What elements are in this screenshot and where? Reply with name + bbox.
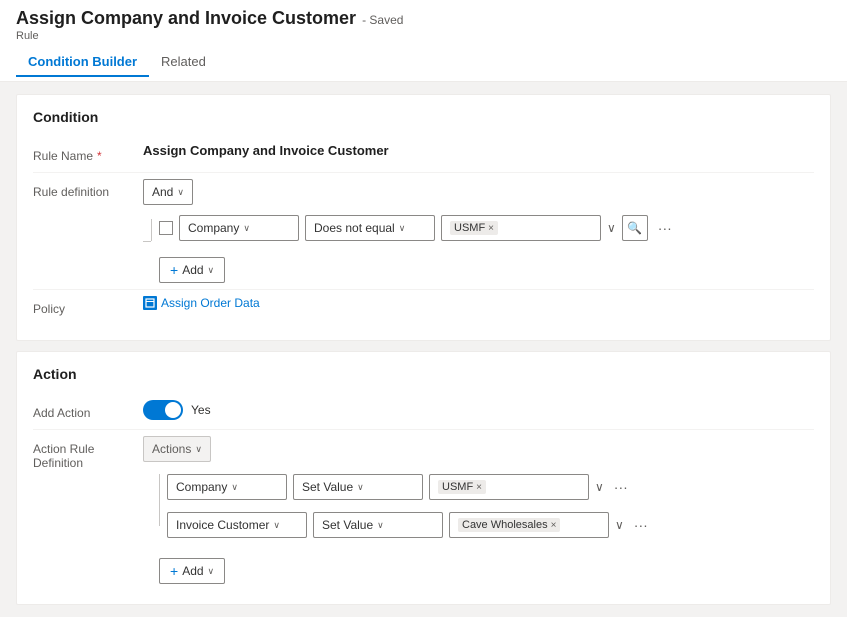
action-rule-definition-value: Actions ∨ Company [143,436,814,584]
more-options-button[interactable]: ··· [654,218,676,238]
operator-select-does-not-equal[interactable]: Does not equal ∨ [305,215,435,241]
action-cave-tag: Cave Wholesales × [458,518,560,532]
action-field-chevron-1: ∨ [231,482,238,493]
field-select-chevron: ∨ [243,223,250,234]
condition-tree-container: Company ∨ Does not equal ∨ [143,215,676,247]
action-value-tag-field-1: USMF × [429,474,589,500]
action-tree-vert-container [151,474,167,526]
action-value-chevron-1[interactable]: ∨ [595,480,604,494]
policy-row: Policy Assign Order Data [33,290,814,326]
page-subtitle: Rule [16,30,831,42]
condition-row-1: Company ∨ Does not equal ∨ [159,215,676,241]
policy-link[interactable]: Assign Order Data [143,296,260,310]
rule-name-text: Assign Company and Invoice Customer [143,143,389,158]
action-operator-select-2[interactable]: Set Value ∨ [313,512,443,538]
action-row-2: Invoice Customer ∨ Set Value ∨ Cave Who [167,512,652,538]
page-title: Assign Company and Invoice Customer [16,8,356,29]
toggle-knob [165,402,181,418]
tab-related[interactable]: Related [149,48,218,77]
add-action-label: Add Action [33,400,143,420]
add-condition-button[interactable]: + Add ∨ [159,257,225,283]
action-section: Action Add Action Yes A [16,351,831,605]
action-tag-close-2[interactable]: × [551,520,557,531]
action-rule-definition-row: Action Rule Definition Actions ∨ [33,430,814,590]
add-action-row: Add Action Yes [33,394,814,430]
action-row-1: Company ∨ Set Value ∨ USMF [167,474,652,500]
plus-icon: + [170,262,178,278]
main-content: Condition Rule Name * Assign Company and… [0,82,847,617]
add-action-button-container: + Add ∨ [159,552,225,584]
rule-name-row: Rule Name * Assign Company and Invoice C… [33,137,814,173]
action-field-chevron-2: ∨ [273,520,280,531]
action-operator-chevron-1: ∨ [357,482,364,493]
value-tag-field: USMF × [441,215,601,241]
rule-definition-row: Rule definition And ∨ [33,173,814,290]
action-tree-vert-line [159,474,160,526]
policy-label: Policy [33,296,143,316]
action-section-title: Action [33,366,814,382]
rule-name-value: Assign Company and Invoice Customer [143,143,814,158]
policy-icon [143,296,157,310]
action-add-chevron-icon: ∨ [208,566,215,577]
search-icon: 🔍 [627,221,642,235]
tab-condition-builder[interactable]: Condition Builder [16,48,149,77]
saved-badge: - Saved [362,13,403,27]
actions-dropdown[interactable]: Actions ∨ [143,436,211,462]
add-action-toggle[interactable] [143,400,183,420]
page-container: Assign Company and Invoice Customer - Sa… [0,0,847,617]
and-dropdown[interactable]: And ∨ [143,179,193,205]
action-operator-chevron-2: ∨ [377,520,384,531]
field-select-company[interactable]: Company ∨ [179,215,299,241]
toggle-yes-label: Yes [191,403,211,417]
action-usmf-tag: USMF × [438,480,486,494]
tree-h-segment [143,241,151,242]
search-button[interactable]: 🔍 [622,215,648,241]
tree-vertical-line [151,219,152,241]
action-more-icon-2: ··· [634,517,648,533]
policy-value: Assign Order Data [143,296,814,310]
page-header: Assign Company and Invoice Customer - Sa… [0,0,847,82]
tree-lines [143,219,159,242]
add-chevron-icon: ∨ [208,265,215,276]
action-rows-container: Company ∨ Set Value ∨ USMF [167,474,652,544]
action-more-button-1[interactable]: ··· [610,477,632,497]
tabs-row: Condition Builder Related [16,48,831,77]
condition-checkbox[interactable] [159,221,173,235]
operator-chevron: ∨ [399,223,406,234]
condition-section: Condition Rule Name * Assign Company and… [16,94,831,341]
add-button-container: + Add ∨ [159,251,225,283]
rule-definition-label: Rule definition [33,179,143,199]
action-field-select-invoice[interactable]: Invoice Customer ∨ [167,512,307,538]
action-tag-close-1[interactable]: × [476,482,482,493]
add-action-row-button[interactable]: + Add ∨ [159,558,225,584]
action-more-icon-1: ··· [614,479,628,495]
action-plus-icon: + [170,563,178,579]
usmf-tag: USMF × [450,221,498,235]
toggle-container: Yes [143,400,211,420]
tree-horizontal-line [143,241,159,242]
chevron-down-icon: ∨ [177,187,184,198]
condition-section-title: Condition [33,109,814,125]
rule-name-label: Rule Name * [33,143,143,163]
value-chevron[interactable]: ∨ [607,221,616,235]
actions-dropdown-chevron: ∨ [195,444,202,455]
tag-close-icon[interactable]: × [488,223,494,234]
more-icon: ··· [658,220,672,236]
action-operator-select-1[interactable]: Set Value ∨ [293,474,423,500]
rule-definition-value: And ∨ [143,179,814,283]
action-more-button-2[interactable]: ··· [630,515,652,535]
action-value-tag-field-2: Cave Wholesales × [449,512,609,538]
required-indicator: * [97,149,102,163]
action-tree-wrap: Company ∨ Set Value ∨ USMF [151,474,652,544]
action-rule-definition-label: Action Rule Definition [33,436,143,470]
add-action-value: Yes [143,400,814,420]
action-value-chevron-2[interactable]: ∨ [615,518,624,532]
action-field-select-company[interactable]: Company ∨ [167,474,287,500]
